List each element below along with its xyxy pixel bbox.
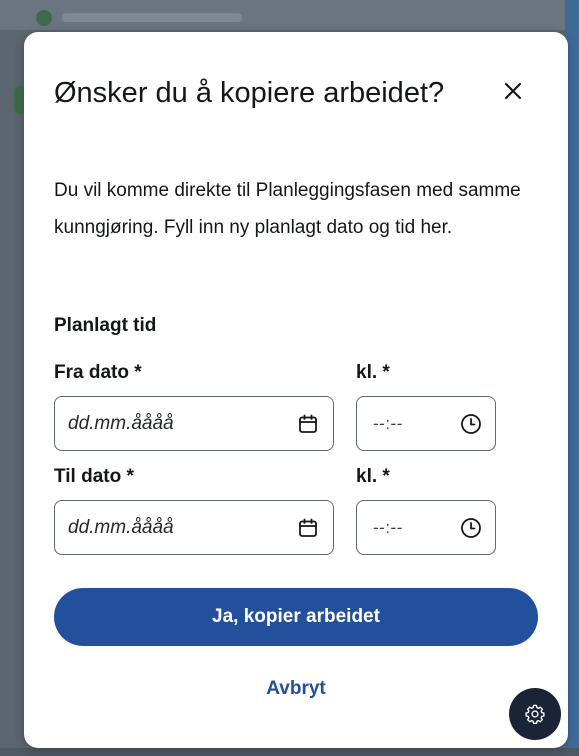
- calendar-icon[interactable]: [297, 517, 319, 539]
- to-date-input[interactable]: dd.mm.åååå: [54, 500, 334, 555]
- close-button[interactable]: [494, 72, 532, 110]
- dialog-description: Du vil komme direkte til Planleggingsfas…: [54, 180, 521, 238]
- backdrop-bottom-edge: [0, 748, 579, 756]
- cancel-button[interactable]: Avbryt: [246, 678, 346, 700]
- to-time-label: kl. *: [356, 466, 390, 487]
- calendar-icon[interactable]: [297, 413, 319, 435]
- to-date-label: Til dato *: [54, 466, 134, 487]
- from-date-label: Fra dato *: [54, 362, 142, 383]
- clock-icon[interactable]: [459, 516, 483, 540]
- settings-button[interactable]: [509, 688, 561, 740]
- backdrop-header-text: [62, 13, 242, 22]
- backdrop-status-dot: [36, 10, 52, 26]
- to-time-input[interactable]: --:--: [356, 500, 496, 555]
- from-date-input[interactable]: dd.mm.åååå: [54, 396, 334, 451]
- to-date-placeholder: dd.mm.åååå: [68, 516, 174, 538]
- from-time-placeholder: --:--: [373, 413, 403, 433]
- from-date-placeholder: dd.mm.åååå: [68, 412, 174, 434]
- clock-icon[interactable]: [459, 412, 483, 436]
- from-time-input[interactable]: --:--: [356, 396, 496, 451]
- from-time-label: kl. *: [356, 362, 390, 383]
- section-heading-planned-time: Planlagt tid: [54, 315, 157, 336]
- dialog-title: Ønsker du å kopiere arbeidet?: [54, 77, 445, 109]
- copy-work-dialog: Ønsker du å kopiere arbeidet? Du vil kom…: [24, 32, 568, 748]
- gear-icon: [524, 703, 546, 725]
- to-time-placeholder: --:--: [373, 517, 403, 537]
- close-icon: [504, 82, 522, 100]
- confirm-copy-button[interactable]: Ja, kopier arbeidet: [54, 588, 538, 646]
